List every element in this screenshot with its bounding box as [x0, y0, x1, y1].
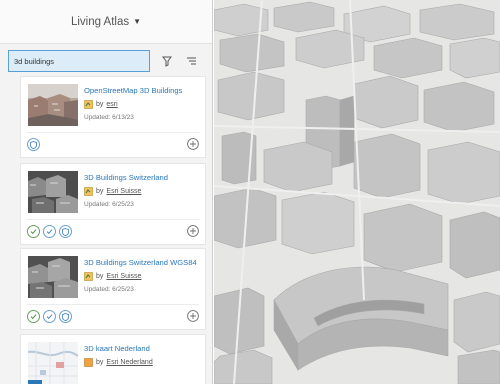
badge-row	[27, 225, 72, 238]
check-icon[interactable]	[27, 310, 40, 323]
sort-icon[interactable]	[184, 54, 198, 68]
updated-date: Updated: 6/25/23	[84, 201, 134, 208]
result-title[interactable]: 3D Buildings Switzerland WGS84	[84, 258, 197, 267]
card-divider	[27, 132, 199, 133]
search-input[interactable]	[8, 50, 150, 72]
card-divider	[27, 304, 199, 305]
check-icon[interactable]	[43, 225, 56, 238]
result-card[interactable]: 3D Buildings Switzerland WGS84 by Esri S…	[20, 248, 206, 330]
result-card[interactable]: OpenStreetMap 3D Buildings by esri Updat…	[20, 76, 206, 158]
result-owner: by esri	[84, 100, 118, 109]
result-card[interactable]: 3D kaart Nederland by Esri Nederland	[20, 334, 206, 384]
result-owner: by Esri Nederland	[84, 358, 153, 367]
owner-link[interactable]: Esri Suisse	[106, 273, 141, 280]
result-title[interactable]: 3D Buildings Switzerland	[84, 173, 168, 182]
add-icon[interactable]	[187, 138, 199, 150]
shield-icon[interactable]	[59, 225, 72, 238]
thumbnail-image	[28, 342, 78, 384]
search-row	[0, 46, 212, 76]
caret-down-icon[interactable]: ▼	[133, 17, 141, 26]
check-icon[interactable]	[43, 310, 56, 323]
owner-link[interactable]: Esri Nederland	[106, 359, 152, 366]
result-title[interactable]: 3D kaart Nederland	[84, 344, 150, 353]
result-title[interactable]: OpenStreetMap 3D Buildings	[84, 86, 182, 95]
owner-link[interactable]: esri	[106, 101, 117, 108]
layer-browser-panel: Living Atlas ▼ OpenStreetMap 3D Building…	[0, 0, 213, 384]
badge-row	[27, 310, 72, 323]
panel-header: Living Atlas ▼	[0, 0, 212, 44]
badge-row	[27, 138, 40, 151]
owner-by-label: by	[96, 359, 104, 366]
updated-date: Updated: 6/25/23	[84, 286, 134, 293]
thumbnail-image	[28, 171, 78, 213]
shield-icon[interactable]	[27, 138, 40, 151]
thumbnail-image	[28, 84, 78, 126]
add-icon[interactable]	[187, 310, 199, 322]
owner-by-label: by	[96, 188, 104, 195]
thumbnail-image	[28, 256, 78, 298]
owner-icon	[84, 187, 93, 196]
owner-icon	[84, 272, 93, 281]
result-owner: by Esri Suisse	[84, 272, 141, 281]
updated-date: Updated: 6/13/23	[84, 114, 134, 121]
owner-link[interactable]: Esri Suisse	[106, 188, 141, 195]
add-icon[interactable]	[187, 225, 199, 237]
map-3d-view[interactable]	[214, 0, 500, 384]
check-icon[interactable]	[27, 225, 40, 238]
filter-icon[interactable]	[160, 54, 174, 68]
owner-icon	[84, 100, 93, 109]
owner-by-label: by	[96, 273, 104, 280]
owner-icon	[84, 358, 93, 367]
result-card[interactable]: 3D Buildings Switzerland by Esri Suisse …	[20, 163, 206, 245]
living-atlas-title[interactable]: Living Atlas	[71, 16, 129, 28]
card-divider	[27, 219, 199, 220]
result-owner: by Esri Suisse	[84, 187, 141, 196]
owner-by-label: by	[96, 101, 104, 108]
shield-icon[interactable]	[59, 310, 72, 323]
